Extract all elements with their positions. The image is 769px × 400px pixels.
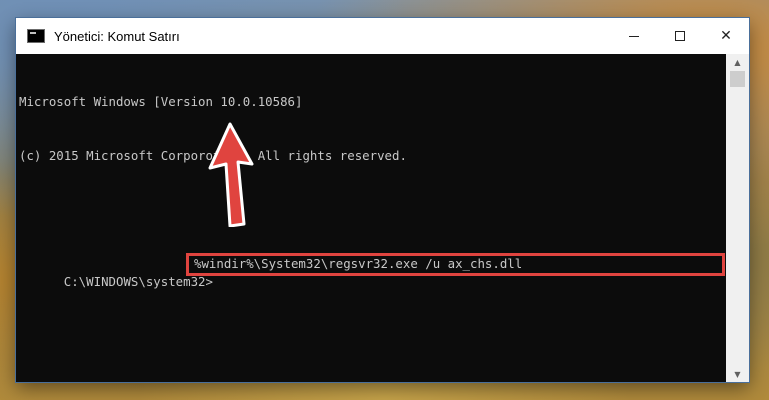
console-line-copyright: (c) 2015 Microsoft Corporotion. All righ… [19, 148, 407, 163]
red-arrow-icon [208, 122, 254, 227]
scroll-up-icon[interactable]: ▲ [726, 54, 749, 70]
cmd-window-icon [27, 29, 45, 43]
command-prompt-window[interactable]: Yönetici: Komut Satırı ✕ Microsoft Windo… [16, 18, 749, 382]
console-prompt-line: C:\WINDOWS\system32> %windir%\System32\r… [19, 253, 726, 289]
minimize-icon [629, 35, 639, 37]
close-icon: ✕ [720, 28, 732, 44]
console-output[interactable]: Microsoft Windows [Version 10.0.10586] (… [16, 54, 726, 382]
vertical-scrollbar[interactable]: ▲ ▼ [726, 54, 749, 382]
title-bar[interactable]: Yönetici: Komut Satırı ✕ [16, 18, 749, 54]
scrollbar-thumb[interactable] [730, 71, 745, 87]
window-title: Yönetici: Komut Satırı [54, 28, 180, 44]
scroll-down-icon[interactable]: ▼ [726, 366, 749, 382]
minimize-button[interactable] [611, 18, 657, 54]
maximize-button[interactable] [657, 18, 703, 54]
caption-buttons: ✕ [611, 18, 749, 54]
console-prompt: C:\WINDOWS\system32> [63, 274, 213, 289]
console-line-version: Microsoft Windows [Version 10.0.10586] [19, 94, 303, 109]
command-highlight-box [186, 253, 725, 276]
close-button[interactable]: ✕ [703, 18, 749, 54]
maximize-icon [675, 31, 685, 41]
